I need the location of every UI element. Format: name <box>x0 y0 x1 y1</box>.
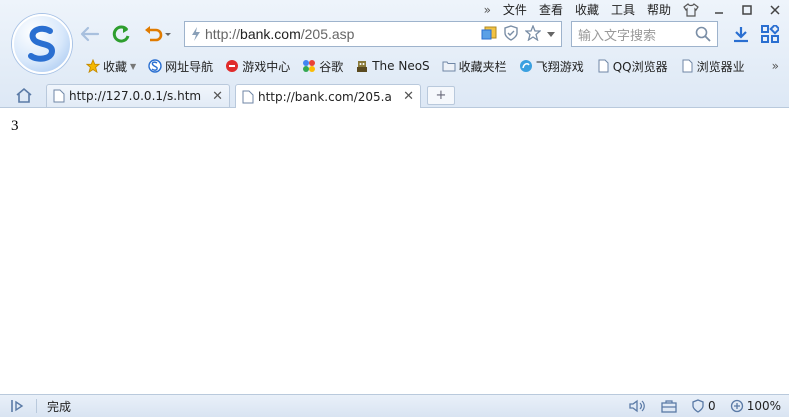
address-bar[interactable]: http://bank.com/205.asp <box>184 21 562 47</box>
undo-close-button[interactable] <box>140 22 174 46</box>
close-tab-icon[interactable]: ✕ <box>212 89 223 104</box>
bookmark-games[interactable]: 游戏中心 <box>219 58 296 75</box>
address-path: /205.asp <box>300 26 355 42</box>
bookmark-label: 飞翔游戏 <box>535 59 584 74</box>
sogou-icon <box>148 59 162 73</box>
status-text: 完成 <box>47 399 72 414</box>
new-tab-button[interactable]: + <box>427 86 455 105</box>
ad-block-count: 0 <box>708 399 716 413</box>
page-content: 3 <box>0 108 789 394</box>
zoom-level: 100% <box>746 399 781 413</box>
tab-label: http://127.0.0.1/s.htm <box>69 89 202 103</box>
bookmark-label: QQ浏览器 <box>612 59 668 74</box>
address-scheme: http:// <box>205 26 241 42</box>
bookmark-neos[interactable]: The NeoS <box>349 59 435 73</box>
bookmark-browser-biz[interactable]: 浏览器业 <box>674 58 751 75</box>
volume-icon[interactable] <box>629 399 647 413</box>
menu-tools[interactable]: 工具 <box>605 0 641 20</box>
close-tab-icon[interactable]: ✕ <box>403 89 414 104</box>
ad-block-indicator[interactable]: 0 <box>691 399 716 413</box>
google-icon <box>302 59 316 73</box>
address-text[interactable]: http://bank.com/205.asp <box>205 26 481 42</box>
bookmark-label: 收藏 <box>103 59 128 74</box>
divider <box>36 399 37 413</box>
menu-expand-icon[interactable]: » <box>478 3 497 17</box>
address-host: bank.com <box>240 26 301 42</box>
download-button[interactable] <box>729 22 753 46</box>
search-box[interactable]: 输入文字搜索 <box>571 21 718 47</box>
search-input[interactable]: 输入文字搜索 <box>578 25 695 44</box>
address-dropdown-icon[interactable] <box>547 27 555 41</box>
bookmark-feixiang[interactable]: 飞翔游戏 <box>513 58 590 75</box>
star-icon <box>85 58 101 74</box>
feixiang-icon <box>519 59 533 73</box>
bookmark-favorites[interactable]: 收藏 ▼ <box>80 58 142 75</box>
close-window-icon[interactable] <box>761 0 789 20</box>
page-icon <box>53 89 65 103</box>
menu-view[interactable]: 查看 <box>533 0 569 20</box>
bookmark-label: 游戏中心 <box>242 59 291 74</box>
bookmark-qq-browser[interactable]: QQ浏览器 <box>590 58 674 75</box>
status-bar: 完成 0 100% <box>0 394 789 417</box>
skin-icon[interactable] <box>677 0 705 20</box>
home-button[interactable] <box>12 84 36 106</box>
search-icon[interactable] <box>695 26 711 42</box>
back-button[interactable] <box>78 22 102 46</box>
bookmark-folder-bar[interactable]: 收藏夹栏 <box>436 58 513 75</box>
bookmark-label: The NeoS <box>372 59 430 73</box>
apps-grid-button[interactable] <box>758 22 782 46</box>
page-icon <box>596 59 610 73</box>
toolbox-icon[interactable] <box>661 399 677 413</box>
menu-bar: » 文件 查看 收藏 工具 帮助 <box>478 0 789 20</box>
menu-help[interactable]: 帮助 <box>641 0 677 20</box>
security-shield-icon[interactable] <box>503 24 519 44</box>
page-text: 3 <box>11 118 19 134</box>
shield-icon <box>691 399 705 413</box>
bookmark-label: 网址导航 <box>165 59 214 74</box>
page-icon <box>680 59 694 73</box>
bookmark-label: 谷歌 <box>319 59 344 74</box>
refresh-button[interactable] <box>109 22 133 46</box>
robot-icon <box>355 59 369 73</box>
menu-favorites[interactable]: 收藏 <box>569 0 605 20</box>
maximize-icon[interactable] <box>733 0 761 20</box>
tab-local[interactable]: http://127.0.0.1/s.htm ✕ <box>46 84 230 107</box>
zoom-icon <box>730 399 744 413</box>
bookmarks-bar: 收藏 ▼ 网址导航 游戏中心 谷歌 The NeoS 收藏夹栏 飞翔游戏 QQ浏… <box>0 54 789 78</box>
browser-chrome: » 文件 查看 收藏 工具 帮助 http://bank.com/205.asp <box>0 0 789 109</box>
bookmark-label: 收藏夹栏 <box>458 59 507 74</box>
address-icons <box>481 23 555 44</box>
zoom-control[interactable]: 100% <box>730 399 781 413</box>
page-icon <box>242 90 254 104</box>
tab-label: http://bank.com/205.asp <box>258 89 392 104</box>
chevron-down-icon: ▼ <box>130 61 137 71</box>
bookmark-google[interactable]: 谷歌 <box>296 58 349 75</box>
bookmark-label: 浏览器业 <box>696 59 745 74</box>
tab-bank[interactable]: http://bank.com/205.asp ✕ <box>235 84 421 109</box>
sidebar-toggle-icon[interactable] <box>10 399 26 413</box>
page-status-icon <box>191 27 201 41</box>
bookmark-nav[interactable]: 网址导航 <box>142 58 219 75</box>
tab-bar: http://127.0.0.1/s.htm ✕ http://bank.com… <box>0 82 789 109</box>
game-icon <box>225 59 239 73</box>
minimize-icon[interactable] <box>705 0 733 20</box>
menu-file[interactable]: 文件 <box>497 0 533 20</box>
bookmarks-more-icon[interactable]: » <box>766 59 789 73</box>
favorite-star-icon[interactable] <box>524 23 542 44</box>
folder-icon <box>442 59 456 73</box>
compat-mode-icon[interactable] <box>481 26 497 43</box>
